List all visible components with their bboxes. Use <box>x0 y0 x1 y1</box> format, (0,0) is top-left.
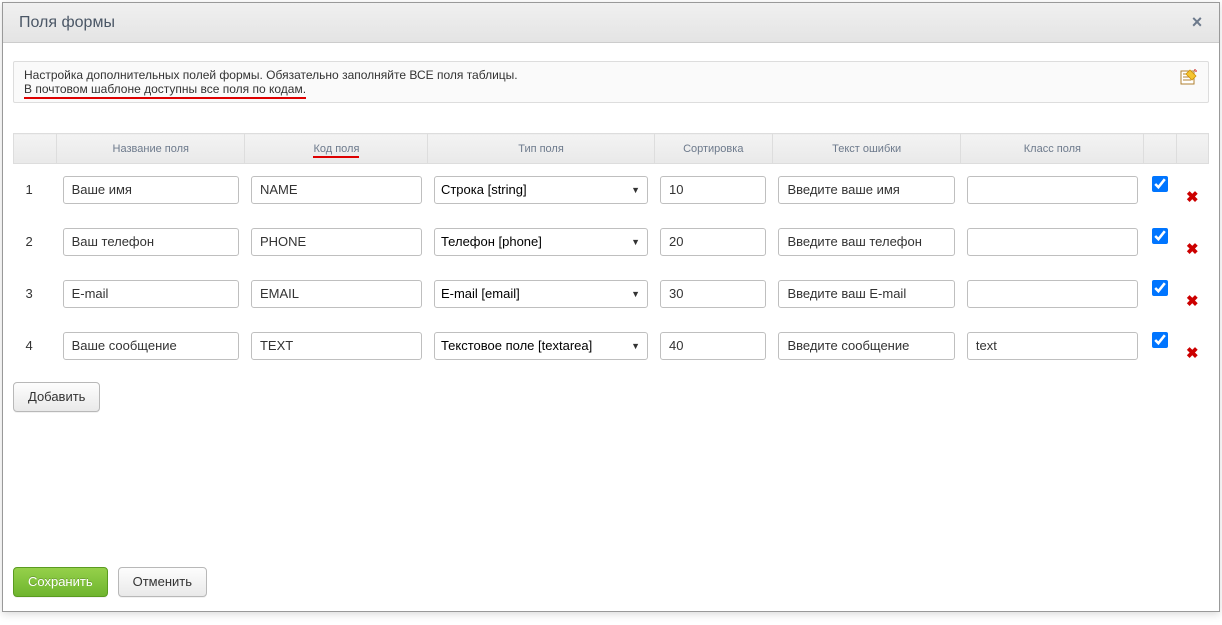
table-row: 4 Текстовое поле [textarea] ✖ <box>14 320 1209 372</box>
field-active-checkbox[interactable] <box>1152 228 1168 244</box>
field-name-input[interactable] <box>63 176 239 204</box>
header-error: Текст ошибки <box>772 134 960 164</box>
field-error-input[interactable] <box>778 228 954 256</box>
field-error-input[interactable] <box>778 176 954 204</box>
field-code-input[interactable] <box>251 280 422 308</box>
field-active-checkbox[interactable] <box>1152 176 1168 192</box>
field-class-input[interactable] <box>967 280 1138 308</box>
save-button[interactable]: Сохранить <box>13 567 108 597</box>
info-text-line2: В почтовом шаблоне доступны все поля по … <box>24 82 306 99</box>
header-sort: Сортировка <box>654 134 772 164</box>
field-error-input[interactable] <box>778 280 954 308</box>
dialog-footer: Сохранить Отменить <box>3 554 1219 611</box>
add-button[interactable]: Добавить <box>13 382 100 412</box>
close-icon[interactable]: × <box>1187 13 1207 33</box>
info-banner: Настройка дополнительных полей формы. Об… <box>13 61 1209 103</box>
field-class-input[interactable] <box>967 176 1138 204</box>
dialog: Поля формы × Настройка дополнительных по… <box>2 2 1220 612</box>
cancel-button[interactable]: Отменить <box>118 567 207 597</box>
field-class-input[interactable] <box>967 228 1138 256</box>
delete-icon[interactable]: ✖ <box>1183 240 1201 258</box>
field-active-checkbox[interactable] <box>1152 332 1168 348</box>
header-delete <box>1176 134 1208 164</box>
row-index: 3 <box>14 268 57 320</box>
field-code-input[interactable] <box>251 176 422 204</box>
field-sort-input[interactable] <box>660 176 766 204</box>
table-row: 1 Строка [string] ✖ <box>14 164 1209 216</box>
row-index: 2 <box>14 216 57 268</box>
header-code: Код поля <box>245 134 428 164</box>
field-type-select[interactable]: Телефон [phone] <box>434 228 648 256</box>
field-type-select[interactable]: E-mail [email] <box>434 280 648 308</box>
row-index: 4 <box>14 320 57 372</box>
header-name: Название поля <box>57 134 245 164</box>
delete-icon[interactable]: ✖ <box>1183 188 1201 206</box>
delete-icon[interactable]: ✖ <box>1183 292 1201 310</box>
table-header-row: Название поля Код поля Тип поля Сортиров… <box>14 134 1209 164</box>
header-checkbox <box>1144 134 1176 164</box>
dialog-header: Поля формы × <box>3 3 1219 43</box>
field-class-input[interactable] <box>967 332 1138 360</box>
field-code-input[interactable] <box>251 228 422 256</box>
row-index: 1 <box>14 164 57 216</box>
field-code-input[interactable] <box>251 332 422 360</box>
field-type-select[interactable]: Текстовое поле [textarea] <box>434 332 648 360</box>
fields-table: Название поля Код поля Тип поля Сортиров… <box>13 133 1209 372</box>
field-type-select[interactable]: Строка [string] <box>434 176 648 204</box>
add-button-row: Добавить <box>13 372 1209 414</box>
table-row: 3 E-mail [email] ✖ <box>14 268 1209 320</box>
header-class: Класс поля <box>961 134 1144 164</box>
spacer <box>13 414 1209 544</box>
field-active-checkbox[interactable] <box>1152 280 1168 296</box>
edit-icon[interactable] <box>1180 68 1198 86</box>
dialog-content: Название поля Код поля Тип поля Сортиров… <box>3 103 1219 554</box>
field-sort-input[interactable] <box>660 228 766 256</box>
field-sort-input[interactable] <box>660 280 766 308</box>
info-text-line1: Настройка дополнительных полей формы. Об… <box>24 68 518 82</box>
field-name-input[interactable] <box>63 332 239 360</box>
dialog-title: Поля формы <box>19 14 115 32</box>
header-type: Тип поля <box>428 134 654 164</box>
field-name-input[interactable] <box>63 228 239 256</box>
header-index <box>14 134 57 164</box>
delete-icon[interactable]: ✖ <box>1183 344 1201 362</box>
field-sort-input[interactable] <box>660 332 766 360</box>
field-error-input[interactable] <box>778 332 954 360</box>
field-name-input[interactable] <box>63 280 239 308</box>
table-row: 2 Телефон [phone] ✖ <box>14 216 1209 268</box>
